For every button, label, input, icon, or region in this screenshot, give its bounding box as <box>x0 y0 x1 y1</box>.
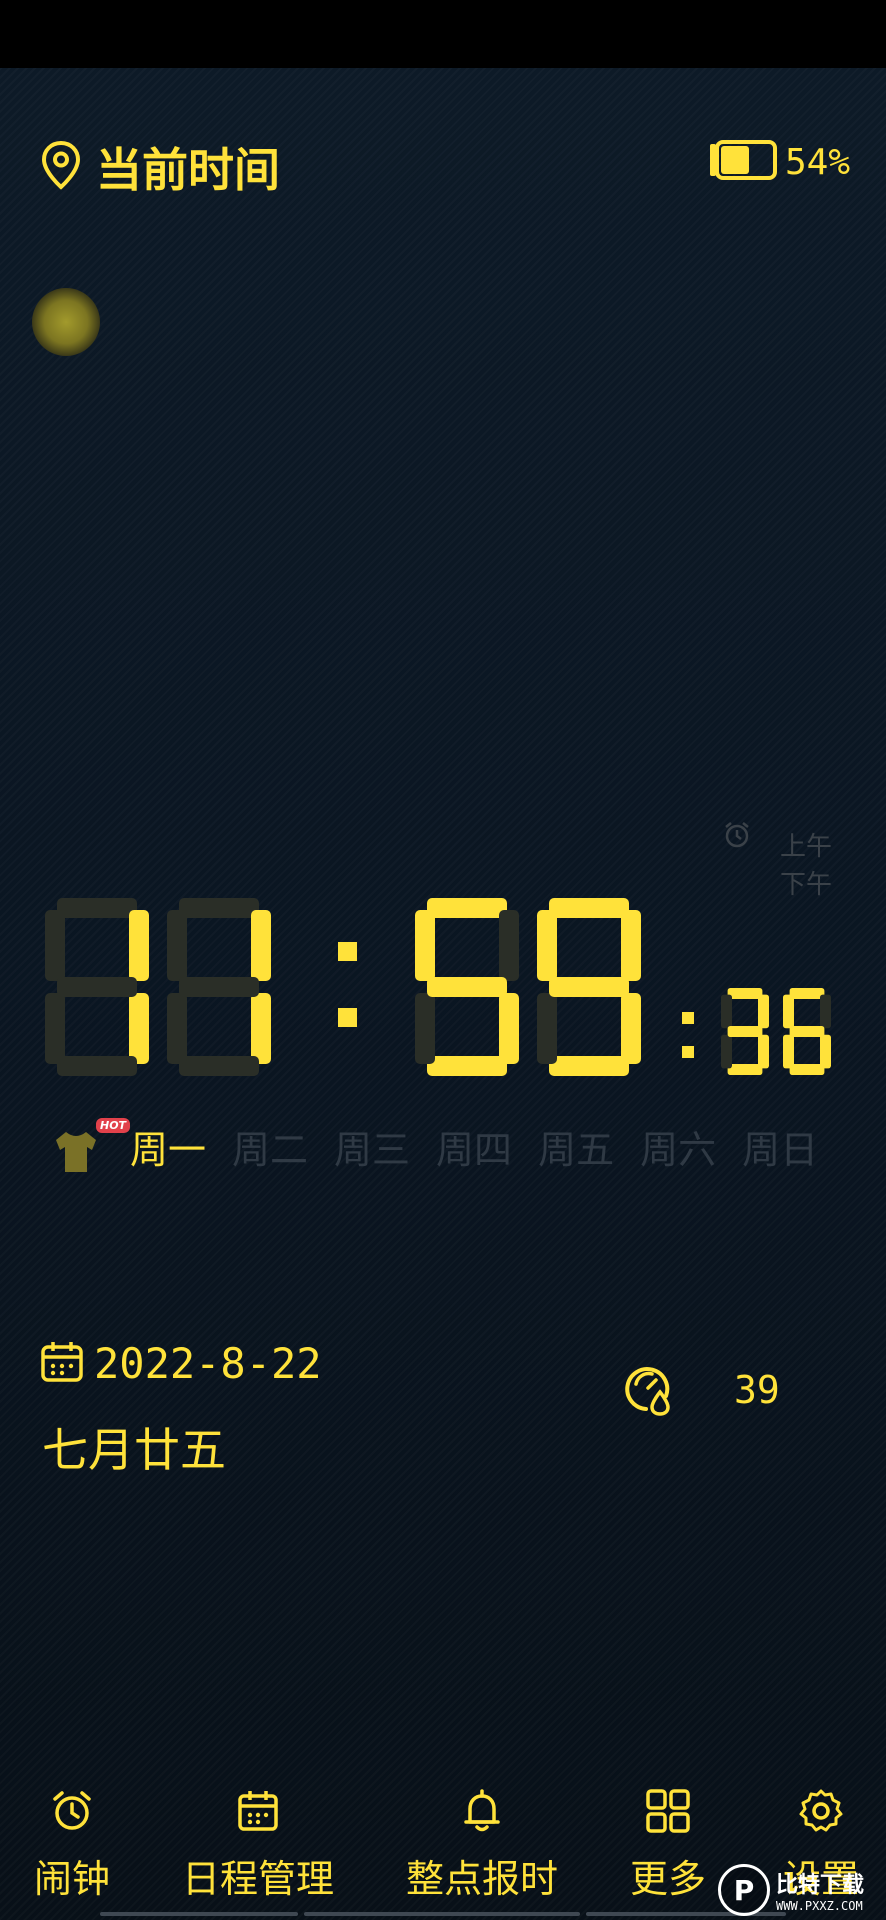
weekday-thu: 周四 <box>436 1127 513 1172</box>
watermark-logo: P <box>718 1864 770 1916</box>
alarm-clock-icon <box>49 1788 95 1838</box>
bell-icon <box>459 1788 505 1838</box>
segment-a <box>549 898 629 918</box>
segment-f <box>45 910 65 981</box>
nav-alarm[interactable]: 闹钟 <box>22 1788 122 1903</box>
segment-c <box>820 1034 831 1069</box>
segment-c <box>621 993 641 1064</box>
brightness-toggle-icon[interactable] <box>32 288 100 356</box>
grid-icon <box>645 1788 691 1838</box>
segment-e <box>415 993 435 1064</box>
segment-d <box>549 1056 629 1076</box>
segment-b <box>758 994 769 1029</box>
segment-f <box>721 994 732 1029</box>
segment-a <box>727 988 763 999</box>
segment-b <box>621 910 641 981</box>
second-digit-ones <box>783 988 831 1075</box>
segment-c <box>758 1034 769 1069</box>
minute-digit-tens <box>415 898 519 1076</box>
segment-g <box>57 977 137 997</box>
minute-digit-ones <box>537 898 641 1076</box>
segment-f <box>537 910 557 981</box>
segment-e <box>537 993 557 1064</box>
minute-second-colon <box>682 1012 694 1058</box>
segment-g <box>727 1026 763 1037</box>
segment-g <box>179 977 259 997</box>
nav-label: 日程管理 <box>181 1857 334 1901</box>
humidity-value: 39 <box>734 1368 780 1412</box>
location-header[interactable]: 当前时间 <box>40 134 280 200</box>
date-display: 2022-8-22 <box>40 1339 322 1388</box>
weekday-sat: 周六 <box>640 1127 717 1172</box>
battery-percent: 54% <box>784 141 850 183</box>
segment-c <box>129 993 149 1064</box>
gesture-bar <box>304 1912 580 1916</box>
segment-e <box>721 1034 732 1069</box>
segment-g <box>789 1026 825 1037</box>
battery-icon <box>707 140 779 184</box>
location-pin-icon <box>40 140 82 194</box>
segment-b <box>251 910 271 981</box>
site-watermark: P 比特下载 WWW.PXXZ.COM <box>718 1860 886 1920</box>
weekday-fri: 周五 <box>538 1127 615 1172</box>
weekday-mon: 周一 <box>130 1127 207 1172</box>
nav-more[interactable]: 更多 <box>620 1788 716 1903</box>
nav-hourly-chime[interactable]: 整点报时 <box>402 1788 562 1903</box>
segment-d <box>789 1064 825 1075</box>
lunar-date: 七月廿五 <box>42 1423 226 1477</box>
gear-icon <box>798 1788 844 1838</box>
status-bar <box>0 0 886 68</box>
segment-e <box>783 1034 794 1069</box>
clock-screen: 当前时间 54% 上午 下午 HOT 周一 周二 周三 周四 周五 周六 周日 … <box>0 68 886 1920</box>
nav-label: 整点报时 <box>405 1857 558 1901</box>
date-text: 2022-8-22 <box>94 1339 322 1388</box>
gesture-bar <box>100 1912 298 1916</box>
hour-minute-colon <box>338 942 357 1027</box>
digital-clock <box>45 898 831 1076</box>
nav-label: 更多 <box>629 1857 706 1901</box>
segment-g <box>427 977 507 997</box>
segment-c <box>251 993 271 1064</box>
weekday-row: HOT 周一 周二 周三 周四 周五 周六 周日 <box>50 1118 844 1174</box>
segment-b <box>820 994 831 1029</box>
weekday-wed: 周三 <box>334 1127 411 1172</box>
segment-a <box>179 898 259 918</box>
segment-d <box>57 1056 137 1076</box>
calendar-icon <box>40 1340 84 1388</box>
segment-b <box>129 910 149 981</box>
weekday-sun: 周日 <box>742 1127 819 1172</box>
hour-digit-tens <box>45 898 149 1076</box>
humidity-icon <box>622 1362 676 1420</box>
theme-shop-button[interactable]: HOT <box>50 1118 131 1174</box>
segment-a <box>427 898 507 918</box>
segment-a <box>789 988 825 999</box>
watermark-title: 比特下载 <box>776 1873 865 1898</box>
segment-a <box>57 898 137 918</box>
weekday-tue: 周二 <box>232 1127 309 1172</box>
segment-c <box>499 993 519 1064</box>
segment-g <box>549 977 629 997</box>
segment-d <box>727 1064 763 1075</box>
segment-e <box>45 993 65 1064</box>
segment-b <box>499 910 519 981</box>
segment-d <box>427 1056 507 1076</box>
hot-badge: HOT <box>96 1118 131 1133</box>
watermark-url: WWW.PXXZ.COM <box>776 1899 863 1913</box>
hour-digit-ones <box>167 898 271 1076</box>
battery-indicator: 54% <box>707 140 850 184</box>
calendar-icon <box>235 1788 281 1838</box>
nav-schedule[interactable]: 日程管理 <box>180 1788 336 1903</box>
segment-f <box>167 910 187 981</box>
segment-f <box>783 994 794 1029</box>
segment-f <box>415 910 435 981</box>
location-label: 当前时间 <box>96 143 280 197</box>
segment-e <box>167 993 187 1064</box>
second-digit-tens <box>721 988 769 1075</box>
nav-label: 闹钟 <box>33 1857 110 1901</box>
segment-d <box>179 1056 259 1076</box>
